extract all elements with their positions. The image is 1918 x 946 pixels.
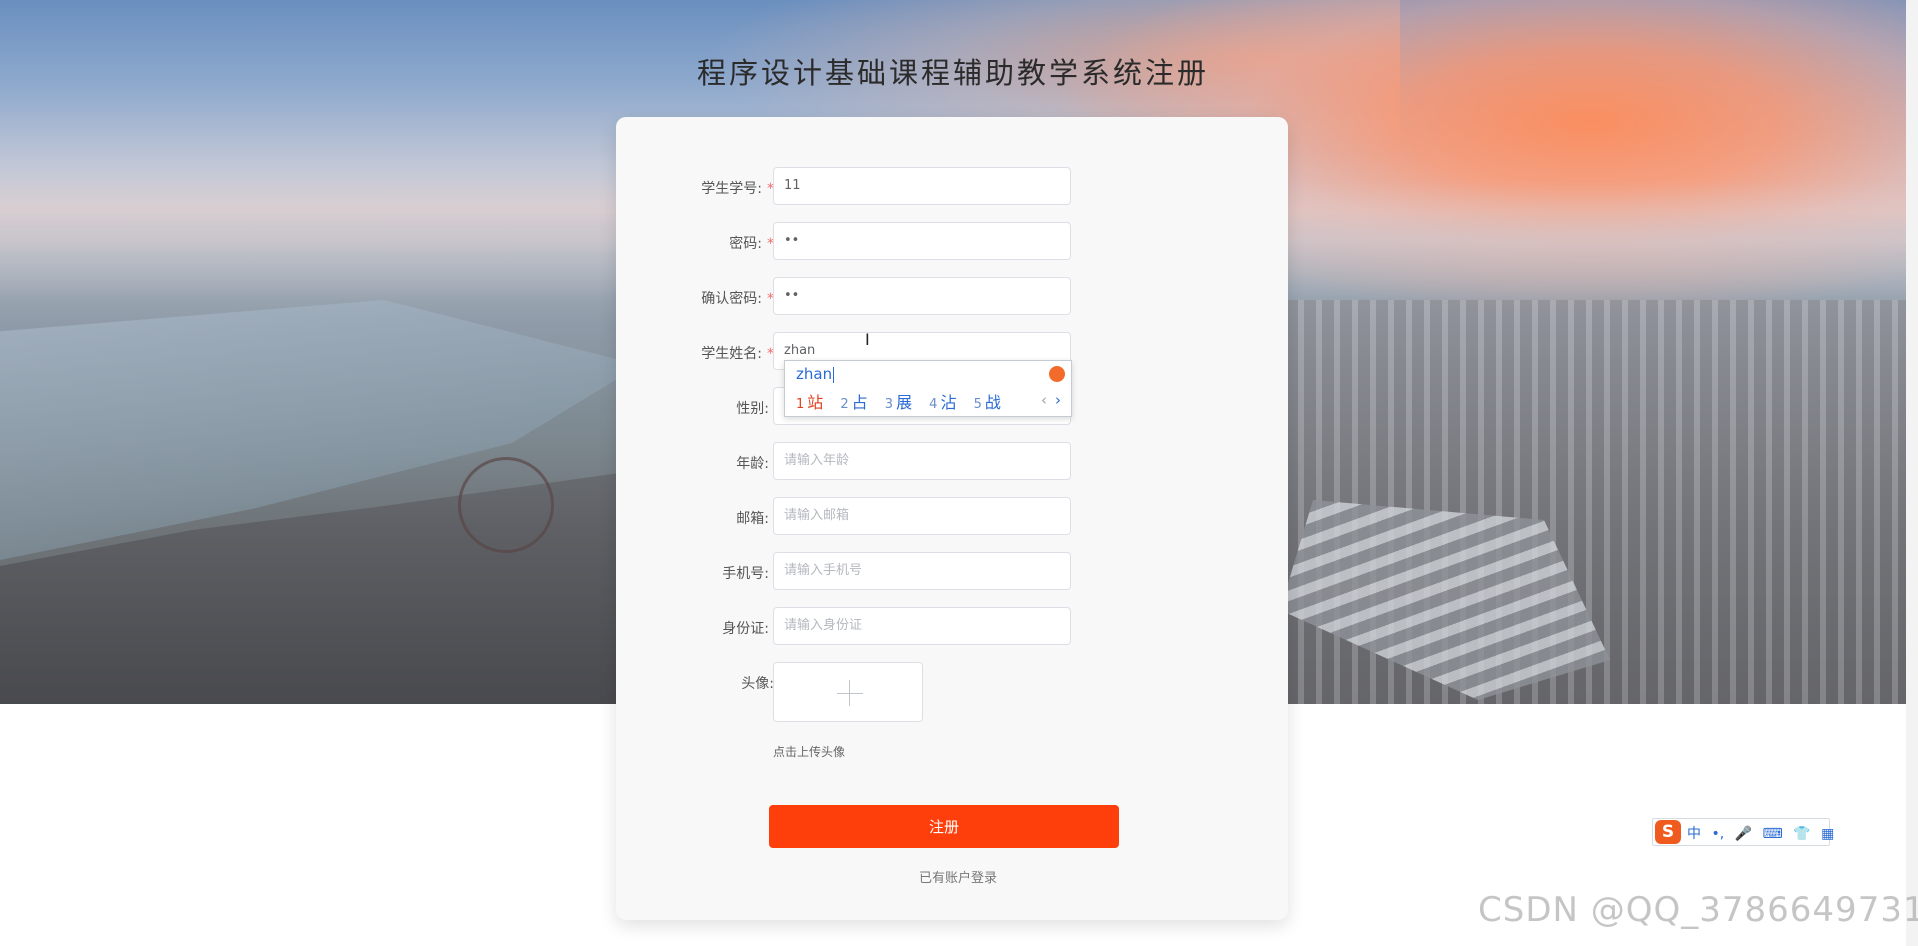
login-link[interactable]: 已有账户登录 (616, 867, 1288, 886)
register-button[interactable]: 注册 (769, 805, 1119, 848)
ferris-wheel-shape (458, 457, 554, 553)
field-row-id-card: 身份证: (616, 607, 1288, 647)
ime-candidate[interactable]: 4沾 (929, 393, 956, 412)
field-label: 邮箱: (736, 511, 769, 527)
sogou-logo-icon[interactable]: S (1655, 820, 1681, 844)
ime-candidate[interactable]: 2占 (840, 393, 867, 412)
confirm-password-input[interactable] (773, 277, 1071, 315)
field-label: 确认密码: * (701, 291, 774, 307)
ime-candidate[interactable]: 5战 (974, 393, 1001, 412)
field-row-student-id: 学生学号: * (616, 167, 1288, 207)
ime-composition: zhan (796, 365, 835, 383)
ime-candidates: 1站 2占 3展 4沾 5战 (796, 389, 1013, 413)
field-label: 手机号: (722, 566, 769, 582)
chevron-left-icon[interactable]: ‹ (1041, 391, 1047, 409)
ime-status-bar: S 中 •, 🎤 ⌨ 👕 ▦ (1652, 818, 1834, 846)
email-input[interactable] (773, 497, 1071, 535)
field-row-age: 年龄: (616, 442, 1288, 482)
keyboard-icon[interactable]: ⌨ (1763, 826, 1783, 842)
field-label: 性别: (736, 401, 769, 417)
avatar-upload-button[interactable] (773, 662, 923, 722)
skin-icon[interactable]: 👕 (1793, 826, 1810, 842)
page-title: 程序设计基础课程辅助教学系统注册 (696, 56, 1209, 90)
sogou-logo-icon (1049, 366, 1065, 382)
text-cursor-icon: I (865, 330, 870, 349)
chevron-right-icon[interactable]: › (1055, 391, 1061, 409)
ime-candidate[interactable]: 3展 (885, 393, 912, 412)
punctuation-icon[interactable]: •, (1711, 826, 1724, 842)
upload-hint: 点击上传头像 (773, 745, 846, 759)
toolbox-icon[interactable]: ▦ (1821, 826, 1834, 842)
field-label: 学生姓名: * (701, 346, 774, 362)
ime-candidate[interactable]: 1站 (796, 393, 823, 412)
field-label: 学生学号: * (701, 181, 774, 197)
register-card: 学生学号:* 密码:* 确认密码:* 学生姓名:* 性别: 年龄: 邮箱: 手机… (616, 117, 1288, 920)
student-id-input[interactable] (773, 167, 1071, 205)
field-label: 身份证: (722, 621, 769, 637)
field-row-confirm-password: 确认密码: * (616, 277, 1288, 317)
id-card-input[interactable] (773, 607, 1071, 645)
field-row-avatar: 头像: (616, 662, 1288, 724)
phone-input[interactable] (773, 552, 1071, 590)
ime-candidate-popup: zhan 1站 2占 3展 4沾 5战 ‹ › (784, 360, 1072, 417)
watermark: CSDN @QQ_3786649731 (1478, 890, 1918, 930)
page-scrollbar[interactable] (1906, 0, 1918, 946)
password-input[interactable] (773, 222, 1071, 260)
field-label: 头像: (741, 676, 774, 692)
chinese-mode-toggle[interactable]: 中 (1687, 826, 1701, 842)
field-row-email: 邮箱: (616, 497, 1288, 537)
field-row-phone: 手机号: (616, 552, 1288, 592)
field-label: 密码: * (729, 236, 774, 252)
field-label: 年龄: (736, 456, 769, 472)
age-input[interactable] (773, 442, 1071, 480)
ime-page-nav: ‹ › (1041, 391, 1061, 409)
field-row-password: 密码: * (616, 222, 1288, 262)
microphone-icon[interactable]: 🎤 (1735, 826, 1752, 842)
plus-icon (837, 693, 863, 694)
